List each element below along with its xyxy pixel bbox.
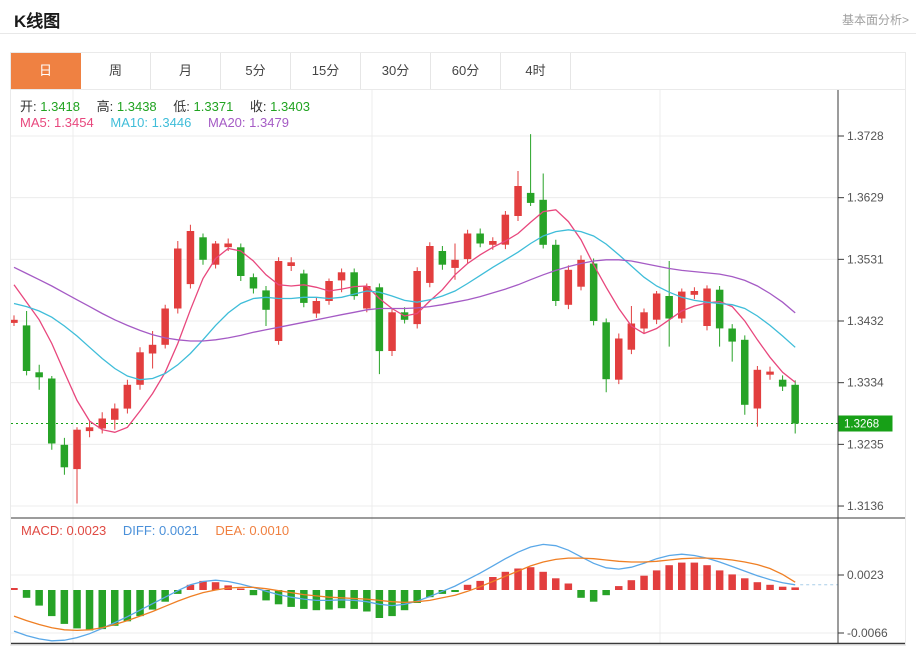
close-value: 1.3403 bbox=[270, 99, 310, 114]
low-label: 低: bbox=[173, 99, 190, 114]
high-value: 1.3438 bbox=[117, 99, 157, 114]
header-divider bbox=[0, 33, 916, 34]
tab-week[interactable]: 周 bbox=[81, 53, 151, 89]
diff-value: 0.0021 bbox=[159, 523, 199, 538]
tab-day[interactable]: 日 bbox=[11, 53, 81, 89]
diff-label: DIFF: bbox=[123, 523, 156, 538]
svg-text:1.3728: 1.3728 bbox=[847, 129, 884, 143]
tab-60min[interactable]: 60分 bbox=[431, 53, 501, 89]
macd-value: 0.0023 bbox=[67, 523, 107, 538]
period-tabbar: 日 周 月 5分 15分 30分 60分 4时 bbox=[11, 53, 905, 90]
kline-chart-canvas[interactable]: 1.3728 1.3629 1.3531 1.3432 1.3334 1.3235 1.31… bbox=[11, 90, 905, 645]
ma5-value: 1.3454 bbox=[54, 115, 94, 130]
dea-value: 0.0010 bbox=[249, 523, 289, 538]
tab-15min[interactable]: 15分 bbox=[291, 53, 361, 89]
tab-30min[interactable]: 30分 bbox=[361, 53, 431, 89]
ohlc-legend: 开: 1.3418 高: 1.3438 低: 1.3371 收: 1.3403 bbox=[20, 96, 323, 115]
svg-text:1.3531: 1.3531 bbox=[847, 252, 884, 266]
kline-page: { "header": { "title": "K线图", "link": "基… bbox=[0, 0, 916, 645]
ma10-value: 1.3446 bbox=[152, 115, 192, 130]
ma10-label: MA10: bbox=[110, 115, 148, 130]
ma20-label: MA20: bbox=[208, 115, 246, 130]
ma20-value: 1.3479 bbox=[249, 115, 289, 130]
svg-text:1.3629: 1.3629 bbox=[847, 191, 884, 205]
fundamental-analysis-link[interactable]: 基本面分析> bbox=[842, 11, 909, 28]
svg-text:1.3268: 1.3268 bbox=[844, 419, 879, 431]
ma5-label: MA5: bbox=[20, 115, 50, 130]
svg-text:-0.0066: -0.0066 bbox=[847, 626, 888, 640]
tab-month[interactable]: 月 bbox=[151, 53, 221, 89]
svg-text:1.3136: 1.3136 bbox=[847, 499, 884, 513]
dea-label: DEA: bbox=[215, 523, 245, 538]
low-value: 1.3371 bbox=[194, 99, 234, 114]
tabbar-filler bbox=[571, 53, 905, 89]
tab-4hour[interactable]: 4时 bbox=[501, 53, 571, 89]
open-value: 1.3418 bbox=[40, 99, 80, 114]
high-label: 高: bbox=[97, 99, 114, 114]
macd-label: MACD: bbox=[21, 523, 63, 538]
tab-5min[interactable]: 5分 bbox=[221, 53, 291, 89]
kline-chart[interactable]: 1.3728 1.3629 1.3531 1.3432 1.3334 1.3235 1.31… bbox=[11, 90, 905, 645]
open-label: 开: bbox=[20, 99, 37, 114]
svg-text:1.3334: 1.3334 bbox=[847, 376, 884, 390]
macd-legend: MACD: 0.0023 DIFF: 0.0021 DEA: 0.0010 bbox=[21, 523, 302, 538]
svg-text:0.0023: 0.0023 bbox=[847, 568, 884, 582]
svg-text:1.3235: 1.3235 bbox=[847, 437, 884, 451]
close-label: 收: bbox=[250, 99, 267, 114]
chart-panel: 日 周 月 5分 15分 30分 60分 4时 1.3728 1.3629 1.35… bbox=[10, 52, 906, 646]
ma-legend: MA5: 1.3454 MA10: 1.3446 MA20: 1.3479 bbox=[20, 115, 302, 130]
page-title: K线图 bbox=[14, 7, 60, 32]
svg-text:1.3432: 1.3432 bbox=[847, 314, 884, 328]
